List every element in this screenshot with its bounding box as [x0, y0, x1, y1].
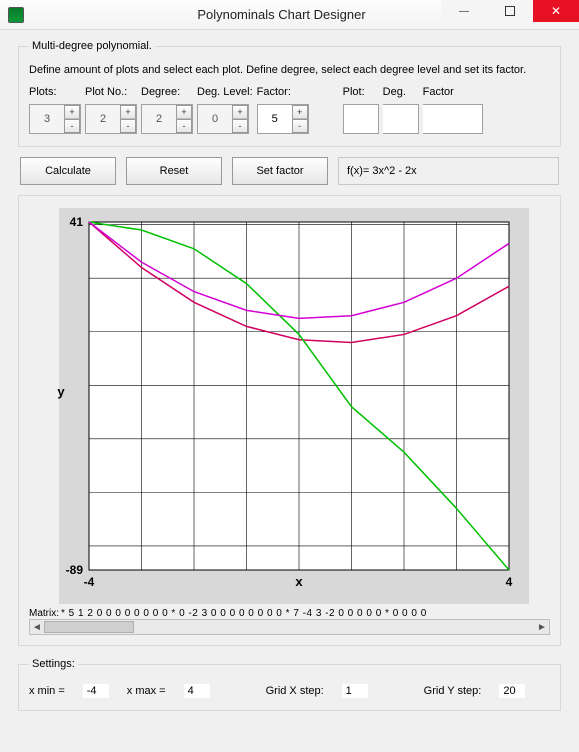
plotno-value: 2: [86, 105, 120, 133]
titlebar: Polynominals Chart Designer — ✕: [0, 0, 579, 30]
maximize-button[interactable]: [487, 0, 533, 22]
scroll-right-icon[interactable]: ►: [535, 622, 549, 633]
client-area: Multi-degree polynomial. Define amount o…: [0, 30, 579, 752]
fx-display: f(x)= 3x^2 - 2x: [338, 157, 559, 185]
matrix-text: * 5 1 2 0 0 0 0 0 0 0 0 * 0 -2 3 0 0 0 0…: [61, 608, 550, 619]
settings-legend: Settings:: [29, 658, 78, 670]
factor-label: Factor:: [257, 86, 309, 100]
minimize-button[interactable]: —: [441, 0, 487, 22]
plots-up[interactable]: +: [64, 105, 80, 119]
window-buttons: — ✕: [441, 0, 579, 22]
deglevel-spinner[interactable]: 0 + -: [197, 104, 249, 134]
plotno-down[interactable]: -: [120, 119, 136, 133]
plots-down[interactable]: -: [64, 119, 80, 133]
plots-value: 3: [30, 105, 64, 133]
plot-field[interactable]: [343, 104, 379, 134]
gridx-label: Grid X step:: [266, 685, 324, 697]
plotno-spinner[interactable]: 2 + -: [85, 104, 137, 134]
xmax-value[interactable]: 4: [184, 684, 210, 698]
deglevel-up[interactable]: +: [232, 105, 248, 119]
matrix-label: Matrix:: [29, 608, 59, 619]
plots-label: Plots:: [29, 86, 81, 100]
deglevel-down[interactable]: -: [232, 119, 248, 133]
svg-text:y: y: [57, 384, 65, 399]
factor-up[interactable]: +: [292, 105, 308, 119]
scroll-left-icon[interactable]: ◄: [30, 622, 44, 633]
gridx-value[interactable]: 1: [342, 684, 368, 698]
plotno-label: Plot No.:: [85, 86, 137, 100]
degree-spinner[interactable]: 2 + -: [141, 104, 193, 134]
gridy-label: Grid Y step:: [424, 685, 482, 697]
plot-label: Plot:: [343, 86, 379, 100]
degree-up[interactable]: +: [176, 105, 192, 119]
close-button[interactable]: ✕: [533, 0, 579, 22]
button-row: Calculate Reset Set factor f(x)= 3x^2 - …: [18, 157, 561, 185]
degree-label: Degree:: [141, 86, 193, 100]
matrix-row: Matrix: * 5 1 2 0 0 0 0 0 0 0 0 * 0 -2 3…: [29, 608, 550, 619]
svg-text:4: 4: [506, 575, 513, 589]
factor-value: 5: [258, 105, 292, 133]
svg-text:41: 41: [70, 215, 84, 229]
scroll-thumb[interactable]: [44, 621, 134, 633]
poly-legend: Multi-degree polynomial.: [29, 40, 155, 52]
factor2-label: Factor: [423, 86, 483, 100]
matrix-scrollbar[interactable]: ◄ ►: [29, 619, 550, 635]
gridy-value[interactable]: 20: [499, 684, 525, 698]
xmin-label: x min =: [29, 685, 65, 697]
reset-button[interactable]: Reset: [126, 157, 222, 185]
factor2-field[interactable]: [423, 104, 483, 134]
setfactor-button[interactable]: Set factor: [232, 157, 328, 185]
chart-stage: 41 -89-4 4 y x: [29, 206, 550, 606]
deg-label: Deg.: [383, 86, 419, 100]
poly-group: Multi-degree polynomial. Define amount o…: [18, 40, 561, 147]
factor-spinner[interactable]: 5 + -: [257, 104, 309, 134]
deg-field[interactable]: [383, 104, 419, 134]
chart-canvas: 41 -89-4 4 y x: [29, 206, 529, 606]
svg-text:-89: -89: [66, 563, 84, 577]
svg-text:-4: -4: [84, 575, 95, 589]
spinner-row: Plots: 3 + - Plot No.: 2 + -: [29, 86, 550, 134]
plots-spinner[interactable]: 3 + -: [29, 104, 81, 134]
calculate-button[interactable]: Calculate: [20, 157, 116, 185]
factor-down[interactable]: -: [292, 119, 308, 133]
xmin-value[interactable]: -4: [83, 684, 109, 698]
degree-value: 2: [142, 105, 176, 133]
deglevel-value: 0: [198, 105, 232, 133]
xmax-label: x max =: [127, 685, 166, 697]
poly-help: Define amount of plots and select each p…: [29, 64, 550, 76]
plotno-up[interactable]: +: [120, 105, 136, 119]
degree-down[interactable]: -: [176, 119, 192, 133]
settings-row: x min = -4 x max = 4 Grid X step: 1 Grid…: [29, 678, 550, 698]
settings-group: Settings: x min = -4 x max = 4 Grid X st…: [18, 658, 561, 711]
deglevel-label: Deg. Level:: [197, 86, 253, 100]
chart-group: 41 -89-4 4 y x Matrix: * 5 1 2 0 0 0 0 0 0 0…: [18, 195, 561, 646]
svg-text:x: x: [295, 574, 303, 589]
